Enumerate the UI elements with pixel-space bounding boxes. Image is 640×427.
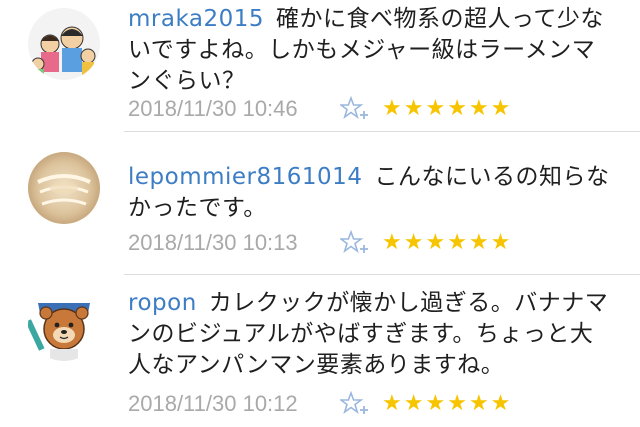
timestamp: 2018/11/30 10:12 [128,391,298,416]
username-link[interactable]: ropon [128,290,197,316]
comment-meta: 2018/11/30 10:13 ★ ★ ★ ★ ★ ★ [128,229,512,257]
star-plus-icon[interactable] [340,96,370,122]
rating-stars: ★ ★ ★ ★ ★ ★ [382,232,512,254]
latte-avatar-image [28,152,100,224]
username-link[interactable]: mraka2015 [128,6,264,32]
star-icon: ★ [403,96,426,121]
comment-item: mraka2015 確かに食べ物系の超人って少ないですよね。しかもメジャー級はラー… [0,0,640,132]
star-plus-icon[interactable] [340,230,370,256]
comment-item: lepommier8161014 こんなにいるの知らなかったです。 2018/11… [0,132,640,275]
star-icon: ★ [425,96,448,121]
star-plus-icon[interactable] [340,391,370,417]
user-avatar[interactable] [28,289,100,361]
timestamp: 2018/11/30 10:46 [128,96,298,121]
star-icon: ★ [490,230,513,255]
star-icon: ★ [490,96,513,121]
star-icon: ★ [447,230,469,255]
star-icon: ★ [425,391,448,416]
username-link[interactable]: lepommier8161014 [128,164,362,190]
star-icon: ★ [447,96,469,121]
star-icon: ★ [447,391,469,416]
family-avatar-image [28,8,100,80]
timestamp: 2018/11/30 10:13 [128,230,298,255]
rating-stars: ★ ★ ★ ★ ★ ★ [382,98,512,120]
comment-item: ropon カレクックが懐かし過ぎる。バナナマンのビジュアルがやばすぎます。ちょっ… [0,275,640,427]
user-avatar[interactable] [28,8,100,80]
star-icon: ★ [468,391,491,416]
star-icon: ★ [403,230,426,255]
star-icon: ★ [468,230,491,255]
comment-text: カレクックが懐かし過ぎる。バナナマンのビジュアルがやばすぎます。ちょっと大人なア… [128,290,609,378]
comment-body: lepommier8161014 こんなにいるの知らなかったです。 [128,162,614,224]
star-icon: ★ [425,230,448,255]
star-icon: ★ [468,96,491,121]
star-icon: ★ [382,96,404,121]
comment-meta: 2018/11/30 10:12 ★ ★ ★ ★ ★ ★ [128,390,512,418]
star-icon: ★ [403,391,426,416]
comment-meta: 2018/11/30 10:46 ★ ★ ★ ★ ★ ★ [128,95,512,123]
user-avatar[interactable] [28,152,100,224]
star-icon: ★ [382,391,404,416]
bear-mascot-avatar-image [28,289,100,361]
comment-body: mraka2015 確かに食べ物系の超人って少ないですよね。しかもメジャー級はラー… [128,4,614,97]
rating-stars: ★ ★ ★ ★ ★ ★ [382,393,512,415]
star-icon: ★ [382,230,404,255]
star-icon: ★ [490,391,513,416]
comment-body: ropon カレクックが懐かし過ぎる。バナナマンのビジュアルがやばすぎます。ちょっ… [128,288,614,381]
